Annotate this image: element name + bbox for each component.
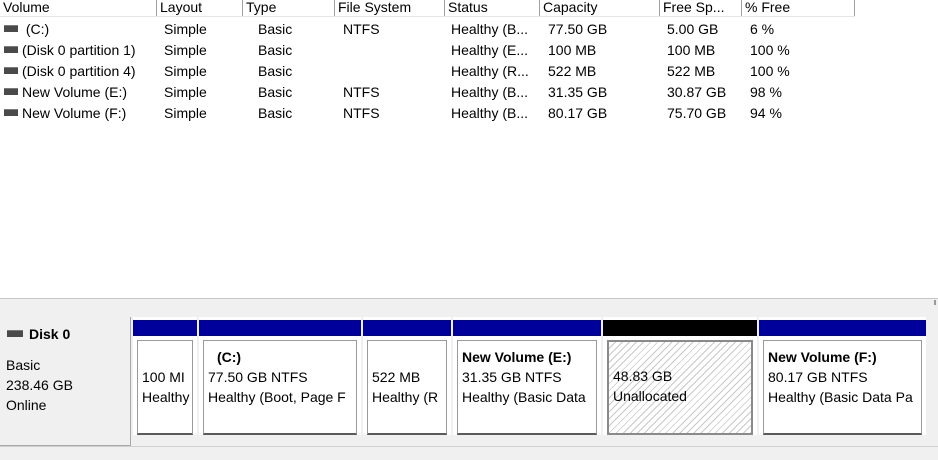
disk-status: Online [6, 397, 47, 413]
partition-status: Healthy (R [372, 389, 439, 405]
cell-layout: Simple [164, 42, 207, 58]
cell-file-system: NTFS [343, 21, 380, 37]
column-header-capacity[interactable]: Capacity [540, 0, 660, 16]
partition-name: (C:) [217, 349, 242, 365]
column-header-status[interactable]: Status [445, 0, 540, 16]
disk-info-panel[interactable]: Disk 0 Basic 238.46 GB Online [0, 317, 131, 446]
cell-free-space: 100 MB [667, 42, 716, 58]
cell-capacity: 522 MB [548, 63, 597, 79]
cell-capacity: 80.17 GB [548, 105, 608, 121]
cell-layout: Simple [164, 21, 207, 37]
cell-volume: (Disk 0 partition 4) [22, 63, 136, 79]
cell-type: Basic [258, 105, 293, 121]
unallocated-type-bar [603, 320, 757, 336]
partition-type-bar [133, 320, 197, 336]
disk-name: Disk 0 [29, 326, 71, 342]
cell-layout: Simple [164, 105, 207, 121]
cell-volume: (C:) [22, 21, 50, 37]
partition-status: Healthy [142, 389, 190, 405]
cell-type: Basic [258, 63, 293, 79]
partition-block-c[interactable]: (C:) 77.50 GB NTFS Healthy (Boot, Page F [199, 317, 361, 435]
divider [0, 446, 938, 447]
cell-capacity: 77.50 GB [548, 21, 608, 37]
partition-name: New Volume (F:) [768, 349, 877, 365]
cell-type: Basic [258, 21, 293, 37]
partition-block-e[interactable]: New Volume (E:) 31.35 GB NTFS Healthy (B… [453, 317, 601, 435]
partition-name: New Volume (E:) [462, 349, 572, 365]
pane-splitter[interactable] [0, 298, 938, 307]
partition-status: Healthy (Boot, Page F [208, 389, 346, 405]
disk-graphical-view: Disk 0 Basic 238.46 GB Online 100 MI Hea… [0, 307, 938, 460]
partition-status: Healthy (Basic Data Pa [768, 389, 913, 405]
partition-block[interactable]: 522 MB Healthy (R [363, 317, 451, 435]
partition-type-bar [453, 320, 601, 336]
partition-status: Healthy (Basic Data [462, 389, 586, 405]
partition-size: 31.35 GB NTFS [462, 369, 562, 385]
cell-status: Healthy (E... [451, 42, 529, 58]
partition-type-bar [199, 320, 361, 336]
cell-capacity: 100 MB [548, 42, 597, 58]
partition-type-bar [363, 320, 451, 336]
table-row[interactable]: New Volume (F:) Simple Basic NTFS Health… [0, 103, 938, 124]
partition-size: 80.17 GB NTFS [768, 369, 868, 385]
column-header-volume[interactable]: Volume [0, 0, 157, 16]
cell-percent-free: 100 % [750, 42, 790, 58]
volume-list-pane: Volume Layout Type File System Status Ca… [0, 0, 938, 298]
cell-status: Healthy (B... [451, 84, 529, 100]
header-divider [0, 16, 855, 17]
partition-block-f[interactable]: New Volume (F:) 80.17 GB NTFS Healthy (B… [759, 317, 926, 435]
cell-percent-free: 94 % [750, 105, 782, 121]
cell-free-space: 75.70 GB [667, 105, 727, 121]
volume-icon [4, 108, 18, 116]
table-row[interactable]: (Disk 0 partition 4) Simple Basic Health… [0, 61, 938, 82]
cell-type: Basic [258, 42, 293, 58]
column-header-layout[interactable]: Layout [157, 0, 243, 16]
disk-icon [7, 329, 23, 337]
cell-volume: (Disk 0 partition 1) [22, 42, 136, 58]
column-header-file-system[interactable]: File System [335, 0, 445, 16]
cell-file-system: NTFS [343, 105, 380, 121]
volume-icon [4, 45, 18, 53]
partition-size: 77.50 GB NTFS [208, 369, 308, 385]
cell-status: Healthy (B... [451, 21, 529, 37]
disk-size: 238.46 GB [6, 377, 73, 393]
splitter-grip [934, 300, 936, 305]
partition-block[interactable]: 100 MI Healthy [133, 317, 197, 435]
volume-icon [4, 66, 18, 74]
partition-size: 522 MB [372, 369, 421, 385]
column-header-free-space[interactable]: Free Sp... [660, 0, 742, 16]
column-header-percent-free[interactable]: % Free [742, 0, 855, 16]
cell-status: Healthy (B... [451, 105, 529, 121]
cell-free-space: 5.00 GB [667, 21, 719, 37]
partition-size: 48.83 GB [613, 368, 673, 384]
cell-percent-free: 6 % [750, 21, 775, 37]
cell-capacity: 31.35 GB [548, 84, 608, 100]
cell-status: Healthy (R... [451, 63, 529, 79]
cell-percent-free: 98 % [750, 84, 782, 100]
table-row[interactable]: (Disk 0 partition 1) Simple Basic Health… [0, 40, 938, 61]
cell-free-space: 30.87 GB [667, 84, 727, 100]
cell-free-space: 522 MB [667, 63, 716, 79]
cell-percent-free: 100 % [750, 63, 790, 79]
volume-icon [4, 87, 18, 95]
column-header-row: Volume Layout Type File System Status Ca… [0, 0, 938, 16]
column-header-type[interactable]: Type [243, 0, 335, 16]
cell-type: Basic [258, 84, 293, 100]
unallocated-block[interactable]: 48.83 GB Unallocated [603, 317, 757, 435]
cell-volume: New Volume (E:) [22, 84, 128, 100]
volume-icon [4, 24, 18, 32]
partition-type-bar [759, 320, 926, 336]
cell-layout: Simple [164, 84, 207, 100]
table-row[interactable]: New Volume (E:) Simple Basic NTFS Health… [0, 82, 938, 103]
disk-type: Basic [6, 357, 41, 373]
cell-layout: Simple [164, 63, 207, 79]
partition-status: Unallocated [613, 388, 687, 404]
partition-size: 100 MI [142, 369, 185, 385]
table-row[interactable]: (C:) Simple Basic NTFS Healthy (B... 77.… [0, 19, 938, 40]
cell-file-system: NTFS [343, 84, 380, 100]
cell-volume: New Volume (F:) [22, 105, 127, 121]
